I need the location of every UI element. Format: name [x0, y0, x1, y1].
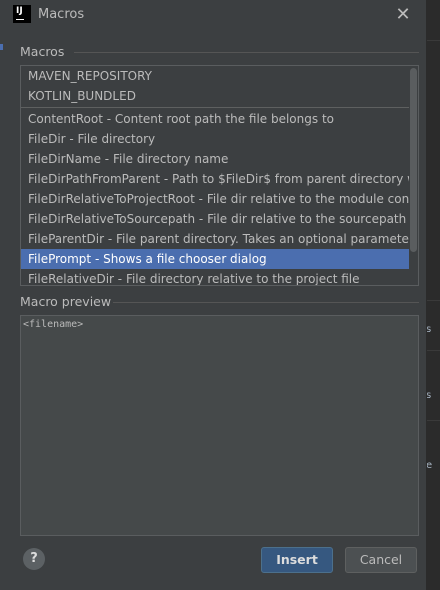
list-item[interactable]: FileParentDir - File parent directory. T… — [21, 229, 410, 249]
help-button[interactable]: ? — [23, 548, 45, 570]
intellij-app-icon: IJ — [13, 5, 31, 23]
list-item[interactable]: FileDirName - File directory name — [21, 149, 410, 169]
list-item[interactable]: FileDirRelativeToProjectRoot - File dir … — [21, 189, 410, 209]
list-item[interactable]: ContentRoot - Content root path the file… — [21, 109, 410, 129]
macros-section-label: Macros — [20, 44, 65, 59]
section-divider — [113, 302, 419, 303]
list-item-selected[interactable]: FilePrompt - Shows a file chooser dialog — [21, 249, 410, 269]
macros-list[interactable]: MAVEN_REPOSITORY KOTLIN_BUNDLED ContentR… — [20, 65, 419, 286]
close-icon[interactable]: ✕ — [392, 5, 414, 27]
macro-preview-label: Macro preview — [20, 294, 112, 309]
insert-button[interactable]: Insert — [261, 547, 333, 573]
macros-dialog: IJ Macros ✕ Macros MAVEN_REPOSITORY KOTL… — [0, 0, 427, 588]
macro-preview-text: <filename> — [23, 319, 84, 330]
list-item-maven-repository[interactable]: MAVEN_REPOSITORY — [21, 66, 410, 86]
dialog-title: Macros — [38, 7, 85, 22]
list-item[interactable]: FileDirRelativeToSourcepath - File dir r… — [21, 209, 410, 229]
list-item[interactable]: FileDirPathFromParent - Path to $FileDir… — [21, 169, 410, 189]
background-fragment: s — [426, 390, 432, 401]
background-ide-edge: s s e — [426, 0, 440, 590]
background-fragment: e — [426, 460, 433, 471]
list-scrollbar[interactable] — [409, 66, 418, 285]
macro-preview-area: <filename> — [20, 315, 419, 536]
list-item[interactable]: FileDir - File directory — [21, 129, 410, 149]
list-separator — [21, 107, 410, 108]
section-divider — [74, 52, 419, 53]
scrollbar-thumb[interactable] — [410, 68, 417, 252]
window-edge-accent — [0, 44, 3, 50]
cancel-button[interactable]: Cancel — [345, 547, 417, 573]
list-item[interactable]: FileRelativeDir - File directory relativ… — [21, 269, 410, 285]
list-item-kotlin-bundled[interactable]: KOTLIN_BUNDLED — [21, 86, 410, 106]
title-bar: IJ Macros ✕ — [0, 0, 426, 32]
background-fragment: s — [426, 324, 432, 335]
